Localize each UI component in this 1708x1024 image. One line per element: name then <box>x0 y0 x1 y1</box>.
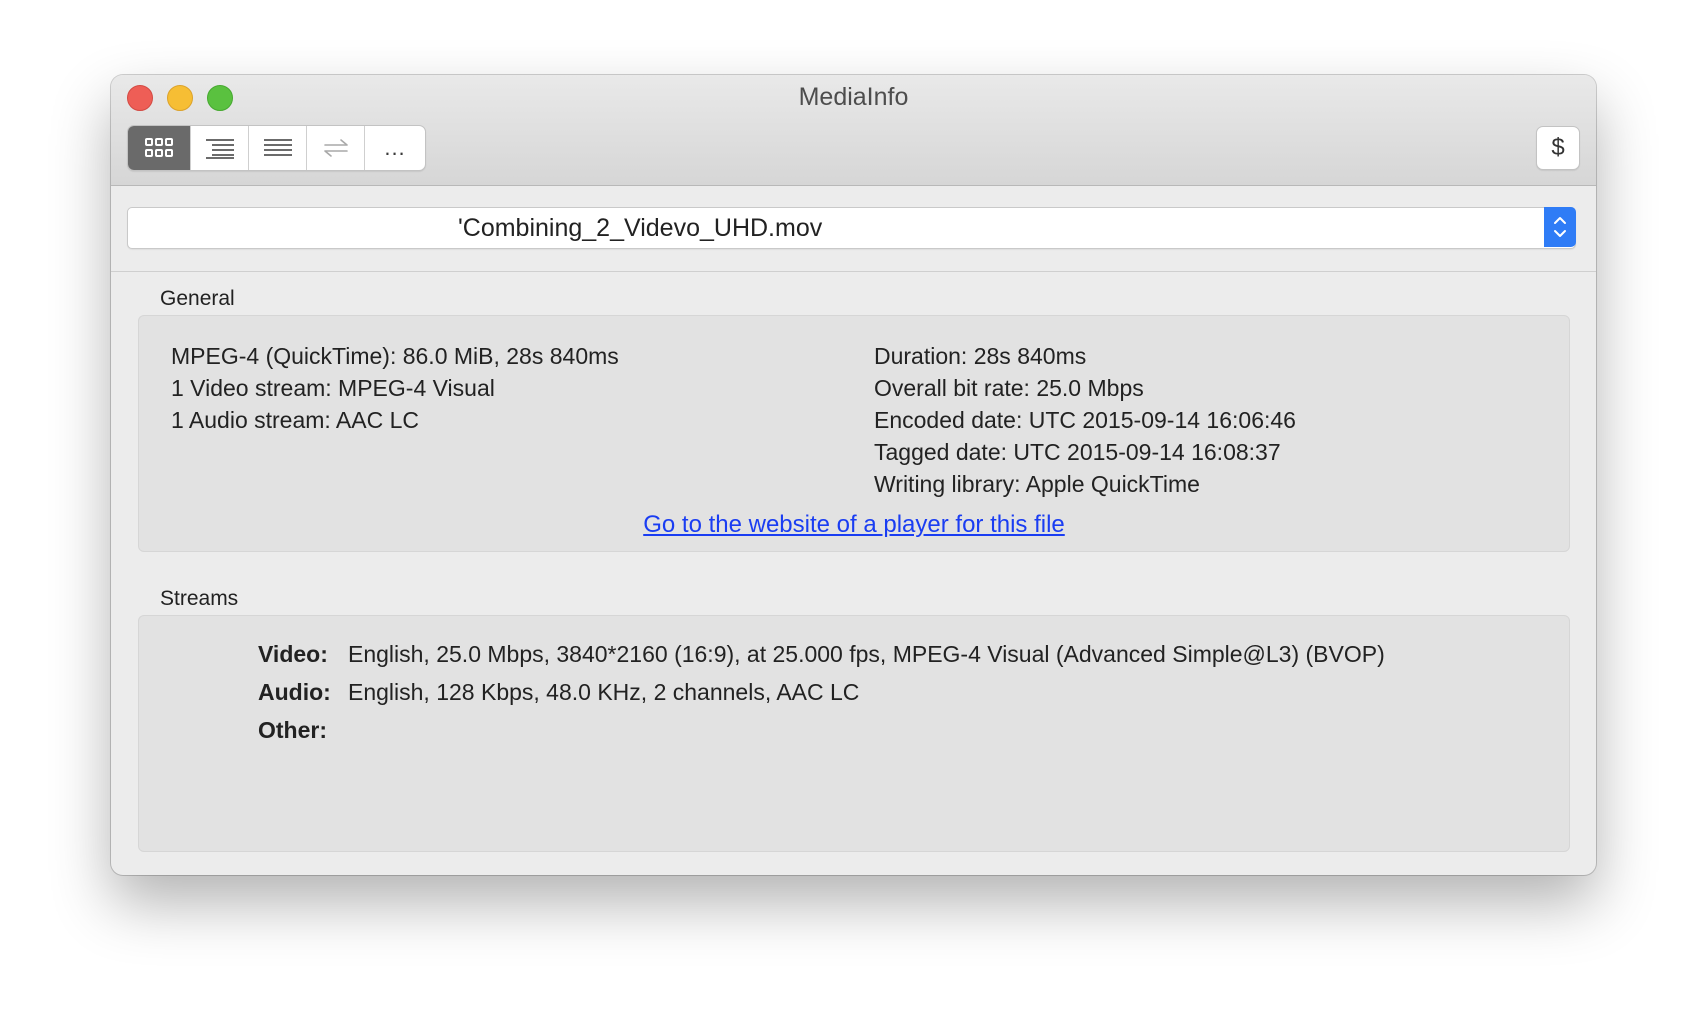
basic-view-button[interactable] <box>128 126 191 170</box>
mediainfo-window: MediaInfo ... $ 'Combining_2_Videvo_UHD.… <box>111 75 1596 875</box>
divider <box>111 271 1596 272</box>
stream-label: Audio: <box>258 679 331 705</box>
window-title: MediaInfo <box>798 83 909 111</box>
stream-row-audio: Audio: English, 128 Kbps, 48.0 KHz, 2 cha… <box>258 679 859 706</box>
file-selector-popup[interactable]: 'Combining_2_Videvo_UHD.mov <box>127 207 1576 249</box>
general-line: Duration: 28s 840ms <box>874 343 1087 369</box>
general-heading: General <box>160 287 235 310</box>
stream-row-other: Other: <box>258 717 348 744</box>
stream-value: English, 128 Kbps, 48.0 KHz, 2 channels,… <box>348 679 860 705</box>
general-line: 1 Video stream: MPEG-4 Visual <box>171 375 495 401</box>
general-summary-left: MPEG-4 (QuickTime): 86.0 MiB, 28s 840ms … <box>171 340 619 436</box>
player-website-link[interactable]: Go to the website of a player for this f… <box>139 511 1569 539</box>
streams-heading: Streams <box>160 587 239 610</box>
general-summary-right: Duration: 28s 840ms Overall bit rate: 25… <box>874 340 1296 500</box>
stream-value: English, 25.0 Mbps, 3840*2160 (16:9), at… <box>348 641 1385 667</box>
general-line: Writing library: Apple QuickTime <box>874 471 1200 497</box>
titlebar: MediaInfo ... $ <box>111 75 1596 186</box>
stream-row-video: Video: English, 25.0 Mbps, 3840*2160 (16:… <box>258 641 1385 668</box>
tree-view-button[interactable] <box>191 126 249 170</box>
general-line: 1 Audio stream: AAC LC <box>171 407 420 433</box>
general-line: Encoded date: UTC 2015-09-14 16:06:46 <box>874 407 1296 433</box>
stream-label: Video: <box>258 641 328 667</box>
donate-label: $ <box>1551 134 1565 161</box>
donate-button[interactable]: $ <box>1536 126 1580 170</box>
general-line: Overall bit rate: 25.0 Mbps <box>874 375 1144 401</box>
selected-file-name: 'Combining_2_Videvo_UHD.mov <box>458 214 823 242</box>
tree-view-icon <box>205 139 234 159</box>
updown-chevron-icon <box>1554 217 1566 237</box>
general-line: Tagged date: UTC 2015-09-14 16:08:37 <box>874 439 1281 465</box>
basic-view-icon <box>145 138 173 157</box>
view-mode-segmented-control: ... <box>127 125 426 171</box>
streams-panel: Video: English, 25.0 Mbps, 3840*2160 (16:… <box>138 615 1570 852</box>
stream-label: Other: <box>258 717 327 743</box>
text-view-button[interactable] <box>249 126 307 170</box>
general-line: MPEG-4 (QuickTime): 86.0 MiB, 28s 840ms <box>171 343 619 369</box>
more-views-button[interactable]: ... <box>365 126 425 170</box>
compare-view-button[interactable] <box>307 126 365 170</box>
more-label: ... <box>384 135 406 160</box>
popup-chevrons-icon[interactable] <box>1544 207 1576 247</box>
general-panel: MPEG-4 (QuickTime): 86.0 MiB, 28s 840ms … <box>138 315 1570 552</box>
text-view-icon <box>263 139 292 156</box>
compare-icon <box>323 139 348 157</box>
